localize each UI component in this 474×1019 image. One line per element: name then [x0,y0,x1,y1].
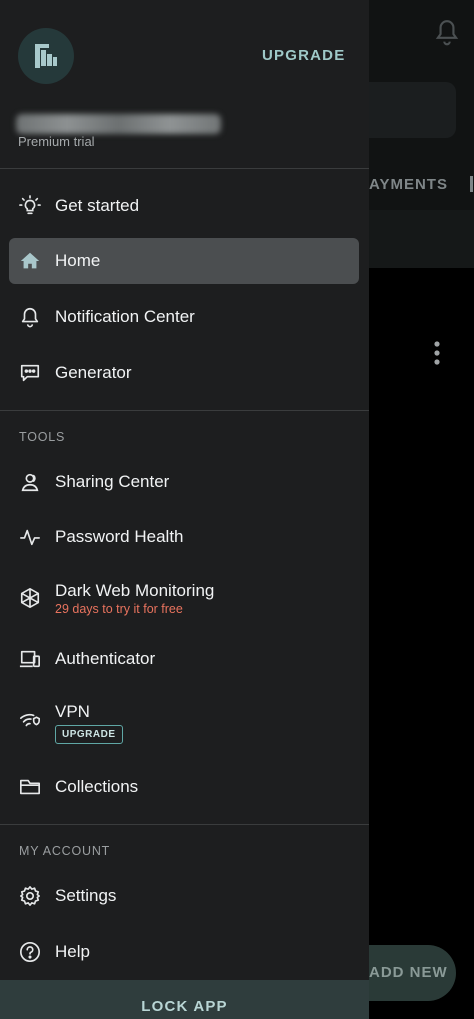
nav-item-authenticator[interactable]: Authenticator [9,636,359,682]
app-logo [18,28,74,84]
nav-item-notification-center[interactable]: Notification Center [9,294,359,340]
nav-item-label: VPN [55,702,90,721]
background-tab-payments: AYMENTS [369,176,448,193]
nav-item-label: Password Health [55,527,184,546]
nav-item-settings[interactable]: Settings [9,873,359,919]
nav-item-get-started[interactable]: Get started [9,183,359,229]
nav-item-label: Home [55,251,101,270]
lock-app-label: LOCK APP [141,998,228,1015]
nav-item-collections[interactable]: Collections [9,764,359,810]
nav-item-help[interactable]: Help [9,929,359,975]
logo-icon [35,44,57,68]
bell-icon [19,306,41,328]
background-tab-edge [470,176,473,192]
nav-item-password-health[interactable]: Password Health [9,514,359,560]
vpn-icon [19,709,41,731]
nav-item-label: Get started [55,196,140,215]
nav-item-dark-web-monitoring[interactable]: Dark Web Monitoring 29 days to try it fo… [9,575,359,621]
section-header-tools: TOOLS [19,430,66,444]
nav-item-label: Notification Center [55,307,195,326]
background-add-new-label: ADD NEW [369,964,448,981]
lightbulb-icon [19,195,41,217]
generator-icon [19,362,41,384]
nav-item-vpn[interactable]: VPN UPGRADE [9,696,359,744]
nav-item-label: Dark Web Monitoring [55,581,215,600]
nav-item-label: Authenticator [55,649,156,668]
background-bell-icon [435,20,459,46]
nav-item-label: Generator [55,363,132,382]
nav-item-label: Collections [55,777,139,796]
help-icon [19,941,41,963]
nav-item-home[interactable]: Home [9,238,359,284]
upgrade-link[interactable]: UPGRADE [262,47,345,64]
pulse-icon [19,526,41,548]
divider [0,824,369,825]
folder-icon [19,776,41,798]
navigation-drawer: UPGRADE Premium trial Get started Home N… [0,0,369,1019]
vpn-upgrade-badge[interactable]: UPGRADE [55,725,123,744]
background-kebab-icon [434,341,440,365]
account-plan: Premium trial [18,134,95,149]
nav-item-label: Sharing Center [55,472,170,491]
section-header-my-account: MY ACCOUNT [19,844,111,858]
trial-subtitle: 29 days to try it for free [55,602,183,616]
gear-icon [19,885,41,907]
nav-item-label: Settings [55,886,117,905]
nav-item-label: Help [55,942,90,961]
divider [0,168,369,169]
nav-item-sharing-center[interactable]: Sharing Center [9,459,359,505]
nav-item-generator[interactable]: Generator [9,350,359,396]
authenticator-icon [19,648,41,670]
sharing-icon [19,471,41,493]
screen: AYMENTS ADD NEW UPGRADE Premium trial Ge… [0,0,474,1019]
divider [0,410,369,411]
dark-web-icon [19,587,41,609]
home-icon [19,250,41,272]
account-email-blurred [16,114,221,134]
